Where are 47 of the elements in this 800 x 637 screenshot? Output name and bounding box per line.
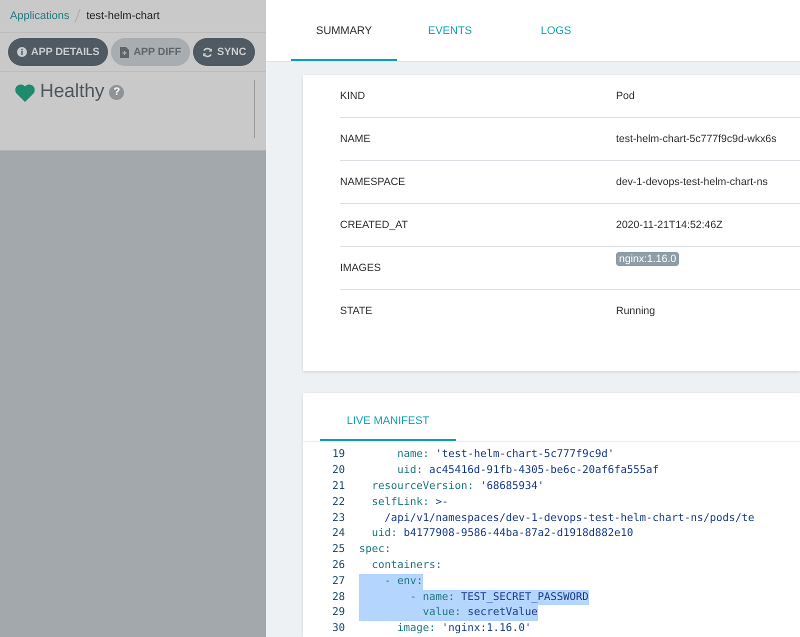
tab[interactable]: EVENTS [397,0,503,62]
file-icon [120,46,130,58]
field-label: IMAGES [340,262,382,274]
line-number: 24 [331,526,346,542]
field-label: CREATED_AT [340,219,409,232]
field-value: 2020-11-21T14:52:46Z [616,219,723,232]
code-line: image: 'nginx:1.16.0' [396,621,532,636]
line-number: 29 [331,605,346,620]
health-status: Healthy [40,82,104,102]
field-value: dev-1-devops-test-helm-chart-ns [616,176,768,188]
line-number: 25 [331,542,346,558]
line-number: 19 [331,447,346,462]
field-label: STATE [340,305,374,318]
tab[interactable]: LOGS [503,0,609,62]
tab[interactable]: LIVE MANIFEST [320,393,456,442]
code-line: uid: ac45416d-91fb-4305-be6c-20af6fa555af [396,463,659,478]
field-label: NAMESPACE [340,176,406,188]
toolbar-button[interactable]: APP DETAILS [8,38,108,66]
breadcrumb-link[interactable]: Applications [10,10,70,22]
toolbar-button[interactable]: SYNC [193,38,256,66]
sync-icon [202,46,214,58]
field-value: test-helm-chart-5c777f9c9d-wkx6s [616,133,776,146]
tab[interactable]: SUMMARY [291,0,397,62]
line-number: 21 [331,479,346,494]
code-line: uid: b4177908-9586-44ba-87a2-d1918d882e10 [370,526,634,542]
line-number: 23 [331,510,346,526]
line-number: 22 [331,494,346,510]
field-label: NAME [340,133,372,146]
image-tag: nginx:1.16.0 [616,252,680,266]
line-number: 26 [331,558,346,574]
line-number: 30 [331,621,346,636]
heart-icon [15,84,35,102]
info-icon [17,47,27,57]
code-line: /api/v1/namespaces/dev-1-devops-test-helm-chart-ns/pods/te [384,510,754,526]
code-line: containers: [370,558,442,574]
code-line: name: 'test-helm-chart-5c777f9c9d' [396,447,614,462]
field-label: KIND [340,90,366,102]
line-number: 28 [331,590,346,605]
code-line: spec: [359,542,391,558]
code-line: selfLink: >- [370,494,448,510]
field-value: Running [616,305,656,318]
field-value: Pod [616,90,635,102]
code-line: resourceVersion: '68685934' [370,479,544,494]
help-icon[interactable]: ? [109,85,124,100]
line-number: 27 [331,574,346,589]
line-number: 20 [331,463,346,478]
breadcrumb-current: test-helm-chart [86,10,160,22]
